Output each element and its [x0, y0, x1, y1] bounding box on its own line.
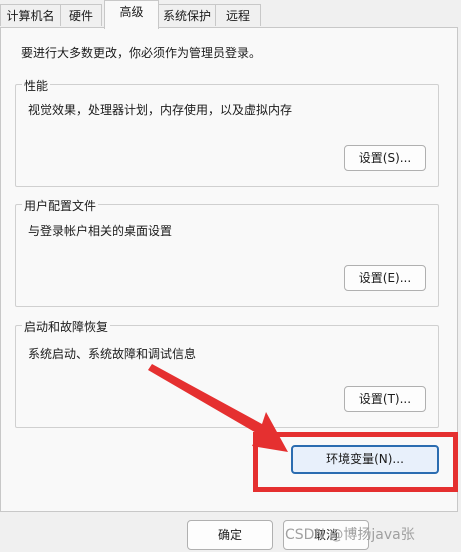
red-arrow-icon	[148, 364, 288, 452]
csdn-watermark: CSDN @博扬java张	[285, 527, 415, 543]
ok-button[interactable]: 确定	[187, 520, 273, 550]
tab-advanced[interactable]: 高级	[104, 0, 159, 29]
